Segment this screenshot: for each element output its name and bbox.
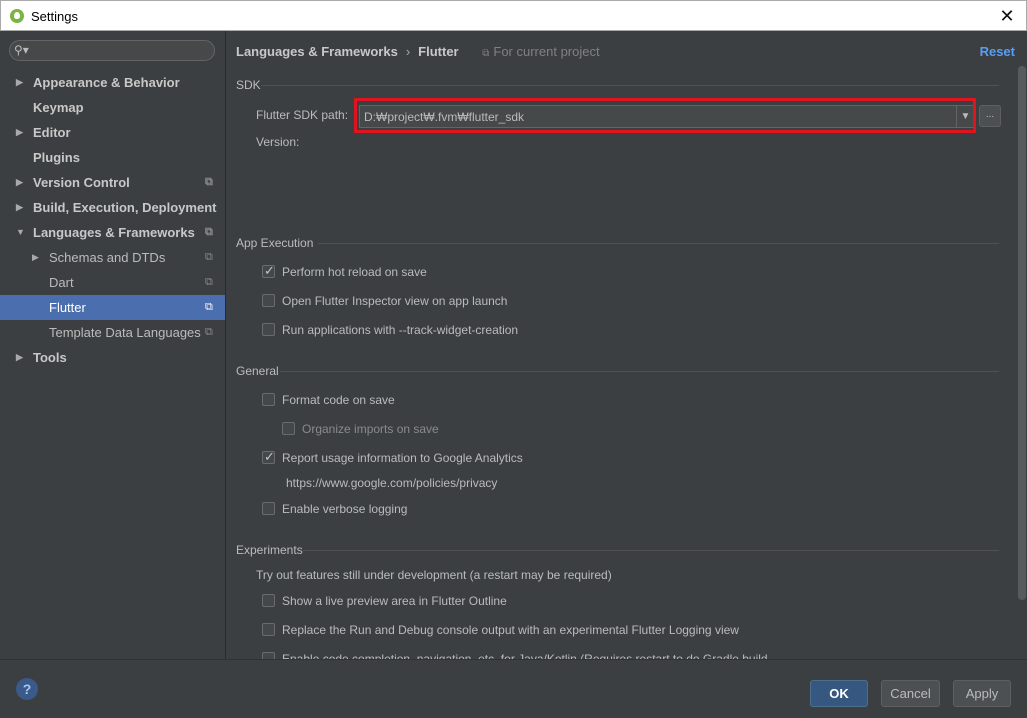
- project-scope-icon: ⧉: [205, 176, 213, 188]
- chevron-right-icon[interactable]: ▶: [16, 70, 26, 95]
- sidebar-item-tools[interactable]: ▶ Tools: [0, 345, 225, 370]
- group-divider: [303, 550, 999, 551]
- sidebar-item-label: Flutter: [49, 300, 86, 315]
- breadcrumb: Languages & Frameworks › Flutter ⧉ For curr…: [236, 44, 600, 59]
- checkbox-checked[interactable]: [262, 447, 275, 467]
- window-title: Settings: [31, 9, 78, 24]
- checkbox-unchecked[interactable]: [262, 294, 275, 307]
- breadcrumb-separator: ›: [405, 44, 411, 59]
- close-icon[interactable]: ✕: [996, 5, 1018, 27]
- sidebar-item-label: Keymap: [33, 100, 84, 115]
- sidebar-item-version-control[interactable]: ▶ Version Control ⧉: [0, 170, 225, 195]
- checkbox-unchecked[interactable]: [262, 652, 275, 659]
- version-label: Version:: [256, 135, 300, 149]
- sidebar-item-editor[interactable]: ▶ Editor: [0, 120, 225, 145]
- group-title-sdk: SDK: [236, 78, 261, 92]
- content-scrollbar[interactable]: [1018, 66, 1026, 600]
- project-scope-icon: ⧉: [205, 326, 213, 338]
- sidebar-item-plugins[interactable]: Plugins: [0, 145, 225, 170]
- breadcrumb-parent[interactable]: Languages & Frameworks: [236, 44, 398, 59]
- checkbox-unchecked[interactable]: [282, 422, 295, 435]
- sidebar-item-label: Tools: [33, 350, 67, 365]
- sidebar-item-template-data-languages[interactable]: Template Data Languages ⧉: [0, 320, 225, 345]
- chevron-right-icon[interactable]: ▶: [16, 195, 26, 220]
- cancel-button[interactable]: Cancel: [881, 680, 940, 707]
- project-scope-icon: ⧉: [205, 301, 213, 313]
- group-title-experiments: Experiments: [236, 543, 303, 557]
- checkbox-unchecked[interactable]: [262, 594, 275, 607]
- apply-button[interactable]: Apply: [953, 680, 1011, 707]
- sidebar-item-build-execution-deployment[interactable]: ▶ Build, Execution, Deployment: [0, 195, 225, 220]
- scope-indicator: ⧉ For current project: [482, 44, 599, 59]
- checkbox-label: Format code on save: [282, 393, 395, 407]
- reset-link[interactable]: Reset: [980, 44, 1015, 59]
- checkbox-label: Perform hot reload on save: [282, 265, 427, 279]
- settings-content: Languages & Frameworks › Flutter ⧉ For curr…: [226, 31, 1027, 659]
- android-studio-icon: [10, 9, 24, 23]
- chevron-down-icon[interactable]: ▼: [16, 220, 26, 245]
- sidebar-item-label: Template Data Languages: [49, 325, 201, 340]
- sidebar-item-languages-frameworks[interactable]: ▼ Languages & Frameworks ⧉: [0, 220, 225, 245]
- checkbox-label: Enable code completion, navigation, etc.…: [282, 652, 768, 659]
- checkbox-label: Report usage information to Google Analy…: [282, 451, 523, 465]
- browse-button[interactable]: ...: [979, 105, 1001, 127]
- sidebar-item-keymap[interactable]: Keymap: [0, 95, 225, 120]
- sidebar-item-label: Languages & Frameworks: [33, 225, 195, 240]
- checkbox-unchecked[interactable]: [262, 623, 275, 636]
- checkbox-unchecked[interactable]: [262, 393, 275, 406]
- sidebar-item-label: Appearance & Behavior: [33, 75, 180, 90]
- sidebar-item-appearance-behavior[interactable]: ▶ Appearance & Behavior: [0, 70, 225, 95]
- settings-sidebar: ⚲▾ ▶ Appearance & Behavior Keymap ▶ Edit…: [0, 31, 226, 659]
- sidebar-item-flutter[interactable]: Flutter ⧉: [0, 295, 225, 320]
- checkbox-label: Replace the Run and Debug console output…: [282, 623, 739, 637]
- checkbox-label: Enable verbose logging: [282, 502, 408, 516]
- sidebar-item-label: Schemas and DTDs: [49, 250, 166, 265]
- chevron-right-icon[interactable]: ▶: [32, 245, 42, 270]
- window-titlebar: Settings ✕: [0, 0, 1027, 31]
- sidebar-item-label: Plugins: [33, 150, 80, 165]
- checkbox-checked[interactable]: [262, 261, 275, 281]
- project-scope-icon: ⧉: [205, 276, 213, 288]
- privacy-policy-link[interactable]: https://www.google.com/policies/privacy: [286, 476, 497, 490]
- breadcrumb-current: Flutter: [418, 44, 459, 59]
- chevron-right-icon[interactable]: ▶: [16, 170, 26, 195]
- checkbox-label: Run applications with --track-widget-cre…: [282, 323, 519, 337]
- sidebar-item-label: Editor: [33, 125, 71, 140]
- group-title-app-execution: App Execution: [236, 236, 314, 250]
- sidebar-item-label: Version Control: [33, 175, 130, 190]
- chevron-right-icon[interactable]: ▶: [16, 345, 26, 370]
- project-scope-icon: ⧉: [205, 251, 213, 263]
- project-scope-icon: ⧉: [482, 48, 490, 59]
- scope-label: For current project: [493, 44, 600, 59]
- flutter-sdk-path-label: Flutter SDK path:: [256, 108, 349, 122]
- experiments-description: Try out features still under development…: [256, 568, 612, 582]
- settings-search-input[interactable]: ⚲▾: [9, 40, 215, 61]
- dialog-footer: ? OK Cancel Apply: [0, 659, 1027, 718]
- help-icon[interactable]: ?: [16, 678, 38, 700]
- group-divider: [318, 243, 999, 244]
- group-divider: [280, 371, 999, 372]
- sidebar-item-label: Dart: [49, 275, 74, 290]
- ok-button[interactable]: OK: [810, 680, 868, 707]
- checkbox-unchecked[interactable]: [262, 502, 275, 515]
- sidebar-item-label: Build, Execution, Deployment: [33, 200, 217, 215]
- checkbox-unchecked[interactable]: [262, 323, 275, 336]
- sidebar-item-schemas-dtds[interactable]: ▶ Schemas and DTDs ⧉: [0, 245, 225, 270]
- checkbox-label: Show a live preview area in Flutter Outl…: [282, 594, 507, 608]
- checkbox-label: Organize imports on save: [302, 422, 439, 436]
- project-scope-icon: ⧉: [205, 226, 213, 238]
- search-icon: ⚲▾: [14, 43, 29, 57]
- group-title-general: General: [236, 364, 279, 378]
- annotation-highlight-box: [354, 98, 976, 133]
- chevron-right-icon[interactable]: ▶: [16, 120, 26, 145]
- checkbox-label: Open Flutter Inspector view on app launc…: [282, 294, 508, 308]
- group-divider: [261, 85, 999, 86]
- sidebar-item-dart[interactable]: Dart ⧉: [0, 270, 225, 295]
